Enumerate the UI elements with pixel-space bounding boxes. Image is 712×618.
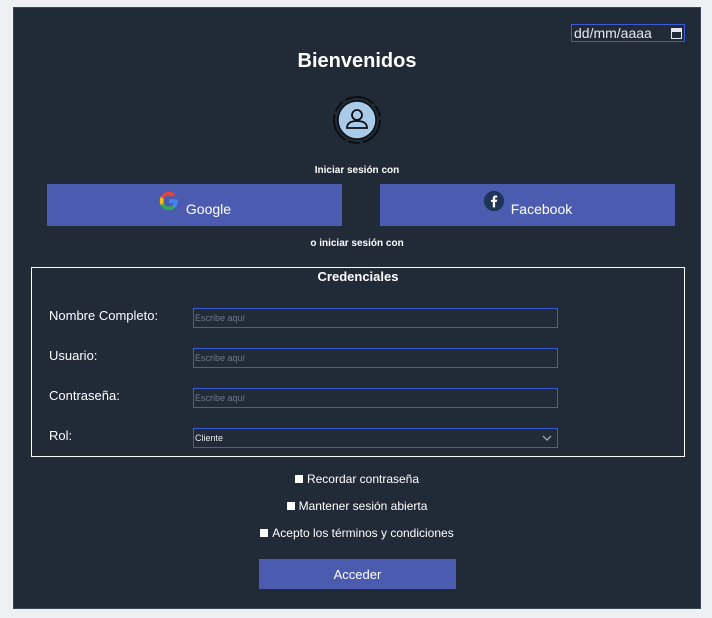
remember-label: Recordar contraseña [306, 472, 420, 486]
terms-label: Acepto los términos y condiciones [272, 526, 454, 540]
username-input[interactable]: Escribe aquí [193, 348, 558, 368]
role-row: Rol: Cliente [49, 428, 669, 448]
google-label: Google [185, 201, 232, 217]
google-icon [159, 191, 178, 211]
chevron-down-icon [542, 435, 552, 441]
full-name-placeholder: Escribe aquí [195, 313, 246, 323]
facebook-label: Facebook [510, 201, 573, 217]
terms-option[interactable]: Acepto los términos y condiciones [14, 526, 700, 540]
page-title: Bienvenidos [297, 50, 417, 72]
login-panel: dd/mm/aaaa Bienvenidos Iniciar sesión co… [13, 7, 701, 609]
username-label: Usuario: [49, 348, 98, 363]
facebook-button[interactable]: Facebook [380, 184, 675, 226]
google-button[interactable]: Google [47, 184, 342, 226]
credentials-legend: Credenciales [317, 269, 399, 284]
facebook-icon [483, 190, 504, 212]
remember-checkbox[interactable] [294, 475, 303, 483]
keep-session-label: Mantener sesión abierta [298, 499, 428, 513]
user-icon [333, 96, 381, 144]
alt-login-label: o iniciar sesión con [310, 238, 404, 249]
terms-checkbox[interactable] [260, 529, 269, 537]
username-placeholder: Escribe aquí [195, 353, 246, 363]
password-placeholder: Escribe aquí [195, 393, 246, 403]
keep-session-option[interactable]: Mantener sesión abierta [14, 499, 700, 513]
username-row: Usuario: Escribe aquí [49, 348, 669, 368]
full-name-row: Nombre Completo: Escribe aquí [49, 308, 669, 328]
password-row: Contraseña: Escribe aquí [49, 388, 669, 408]
credentials-fieldset: Credenciales Nombre Completo: Escribe aq… [31, 267, 685, 457]
remember-option[interactable]: Recordar contraseña [14, 472, 700, 486]
role-select[interactable]: Cliente [193, 428, 558, 448]
submit-button[interactable]: Acceder [259, 559, 456, 589]
password-label: Contraseña: [49, 388, 120, 403]
date-input[interactable]: dd/mm/aaaa [571, 24, 685, 42]
date-placeholder: dd/mm/aaaa [574, 25, 652, 41]
role-label: Rol: [49, 428, 73, 443]
role-value: Cliente [195, 433, 224, 443]
password-input[interactable]: Escribe aquí [193, 388, 558, 408]
keep-session-checkbox[interactable] [286, 502, 295, 510]
social-login-label: Iniciar sesión con [314, 165, 400, 176]
full-name-input[interactable]: Escribe aquí [193, 308, 558, 328]
full-name-label: Nombre Completo: [49, 308, 159, 323]
calendar-icon[interactable] [671, 27, 682, 39]
